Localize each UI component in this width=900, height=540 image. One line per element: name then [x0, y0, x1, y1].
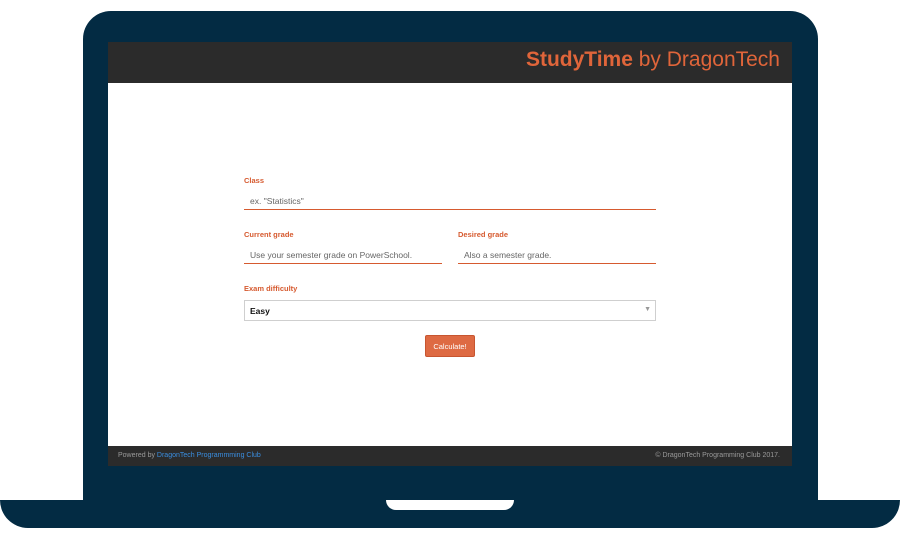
copyright-text: © DragonTech Programming Club 2017.: [655, 452, 780, 459]
app-header: StudyTime by DragonTech: [108, 42, 792, 83]
powered-by: Powered by DragonTech Programmming Club: [118, 452, 261, 459]
app-footer: Powered by DragonTech Programmming Club …: [108, 446, 792, 466]
desired-grade-label: Desired grade: [458, 230, 509, 239]
app-screen: StudyTime by DragonTech Class Current gr…: [108, 42, 792, 466]
brand-byline: by DragonTech: [632, 48, 780, 71]
class-input[interactable]: [244, 192, 656, 210]
exam-difficulty-value: Easy: [250, 306, 270, 316]
club-link[interactable]: DragonTech Programmming Club: [157, 452, 261, 459]
powered-by-prefix: Powered by: [118, 452, 157, 459]
class-label: Class: [244, 176, 265, 185]
laptop-notch: [386, 500, 514, 510]
exam-difficulty-label: Exam difficulty: [244, 284, 298, 293]
chevron-down-icon: ▼: [644, 306, 651, 313]
exam-difficulty-select[interactable]: Easy ▼: [244, 300, 656, 321]
desired-grade-input[interactable]: [458, 246, 656, 264]
calculate-button[interactable]: Calculate!: [425, 335, 475, 357]
current-grade-label: Current grade: [244, 230, 294, 239]
current-grade-input[interactable]: [244, 246, 442, 264]
brand-name: StudyTime: [525, 48, 633, 71]
brand-logo: StudyTime by DragonTech: [526, 48, 780, 72]
